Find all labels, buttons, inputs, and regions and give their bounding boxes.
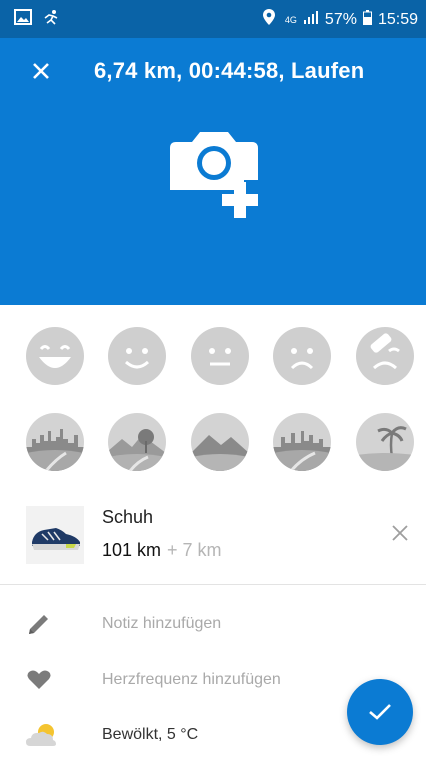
hills-terrain-icon[interactable]	[191, 413, 249, 471]
remove-shoe-close-icon[interactable]	[386, 518, 414, 546]
heart-icon	[26, 667, 52, 693]
activity-header: 6,74 km, 00:44:58, Laufen	[0, 38, 426, 305]
status-bar: 4G 57% 15:59	[0, 0, 426, 38]
battery-icon	[362, 9, 372, 30]
add-note-label: Notiz hinzufügen	[102, 615, 222, 632]
very-happy-face-icon[interactable]	[26, 327, 84, 385]
gallery-icon	[14, 9, 32, 30]
cloudy-weather-icon	[26, 722, 56, 748]
mood-selector	[0, 327, 426, 387]
battery-percent: 57%	[324, 10, 357, 28]
close-icon[interactable]	[26, 56, 56, 86]
beach-terrain-icon[interactable]	[356, 413, 414, 471]
signal-icon	[303, 10, 319, 29]
add-heart-rate-label: Herzfrequenz hinzufügen	[102, 671, 281, 688]
injured-face-icon[interactable]	[356, 327, 414, 385]
terrain-selector	[0, 413, 426, 473]
park-terrain-icon[interactable]	[108, 413, 166, 471]
shoe-distance: 101 km + 7 km	[102, 540, 222, 561]
shoe-total-km: 101 km	[102, 540, 162, 560]
network-type: 4G	[284, 14, 297, 25]
divider	[0, 584, 426, 585]
shoe-image	[26, 506, 84, 564]
city-road-terrain-icon[interactable]	[273, 413, 331, 471]
city-terrain-icon[interactable]	[26, 413, 84, 471]
weather-label: Bewölkt, 5 °C	[102, 726, 199, 743]
save-button[interactable]	[347, 679, 413, 745]
running-app-icon	[42, 9, 60, 30]
clock: 15:59	[377, 10, 418, 28]
add-photo-icon[interactable]	[166, 128, 276, 218]
sad-face-icon[interactable]	[273, 327, 331, 385]
add-note-row[interactable]: Notiz hinzufügen	[0, 603, 426, 647]
location-icon	[262, 9, 275, 30]
shoe-row[interactable]: Schuh 101 km + 7 km	[0, 500, 426, 570]
pencil-icon	[26, 611, 52, 637]
neutral-face-icon[interactable]	[191, 327, 249, 385]
shoe-added-km: + 7 km	[167, 540, 222, 560]
activity-title: 6,74 km, 00:44:58, Laufen	[94, 58, 365, 83]
happy-face-icon[interactable]	[108, 327, 166, 385]
checkmark-icon	[369, 704, 391, 720]
shoe-name: Schuh	[102, 507, 154, 527]
